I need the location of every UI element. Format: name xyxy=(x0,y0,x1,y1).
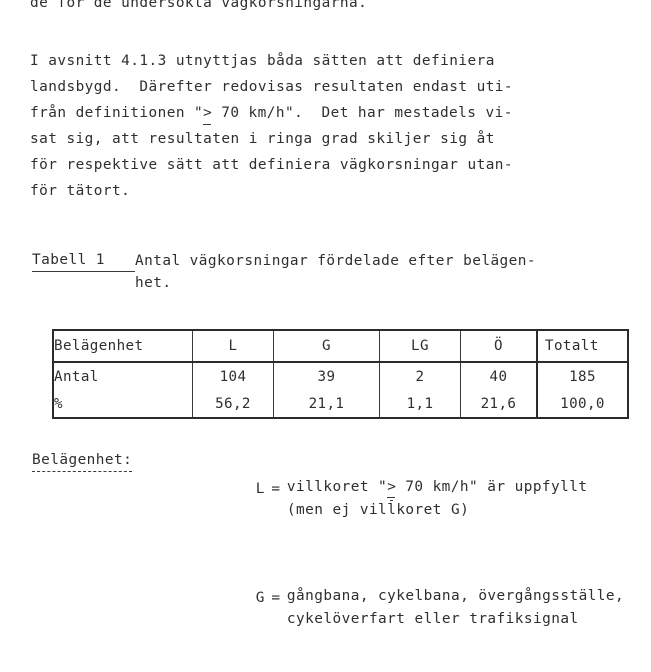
legend-item-g: G = gångbana, cykelbana, övergångsställe, c… xyxy=(156,559,642,657)
paragraph-line: landsbygd. Därefter redovisas resultaten… xyxy=(30,79,514,95)
legend-equals: = xyxy=(271,590,281,606)
cell-percent-o: 21,6 xyxy=(460,390,538,419)
table-caption: Tabell 1 Antal vägkorsningar fördelade ef… xyxy=(32,250,536,294)
caption-line: het. xyxy=(135,275,172,291)
header-cell-lg: LG xyxy=(379,329,461,363)
data-table-wrapper: Belägenhet L G LG Ö Totalt Antal 104 39 … xyxy=(52,329,629,419)
cell-percent-l: 56,2 xyxy=(192,390,274,419)
table-row-percent: % 56,2 21,1 1,1 21,6 100,0 xyxy=(52,390,629,419)
header-cell-belagenhet: Belägenhet xyxy=(52,329,193,363)
body-paragraph: I avsnitt 4.1.3 utnyttjas båda sätten at… xyxy=(30,48,513,204)
row-label-antal: Antal xyxy=(52,361,193,390)
cell-percent-lg: 1,1 xyxy=(379,390,461,419)
top-line-text: de för de undersökta vägkorsningarna. xyxy=(30,0,368,11)
paragraph-line: från definitionen "> 70 km/h". Det har m… xyxy=(30,100,513,126)
legend-line-suffix: 70 km/h" är uppfyllt xyxy=(396,479,588,495)
cell-percent-g: 21,1 xyxy=(273,390,380,419)
overline-mark: l xyxy=(387,499,396,522)
caption-line: Antal vägkorsningar fördelade efter belä… xyxy=(135,253,537,269)
legend-key-g: G xyxy=(255,590,265,606)
legend-line: cykelöverfart eller trafiksignal xyxy=(286,611,579,627)
header-cell-g: G xyxy=(273,329,380,363)
paragraph-line: för tätort. xyxy=(30,183,131,199)
legend-line-post: koret G) xyxy=(396,502,470,518)
cut-off-top-line: de för de undersökta vägkorsningarna. xyxy=(30,0,367,14)
table-caption-text: Antal vägkorsningar fördelade efter belä… xyxy=(135,250,536,294)
legend-line: (men ej villkoret G) xyxy=(287,499,588,522)
paragraph-line-suffix: 70 km/h". Det har mestadels vi- xyxy=(212,105,513,121)
legend-line-pre: (men ej vil xyxy=(286,502,388,518)
legend-value-l: villkoret "> 70 km/h" är uppfyllt (men ej… xyxy=(287,476,588,522)
document-page: de för de undersökta vägkorsningarna. I … xyxy=(0,0,651,672)
legend-line-prefix: villkoret " xyxy=(286,479,388,495)
cell-antal-o: 40 xyxy=(460,361,538,390)
legend-line: gångbana, cykelbana, övergångsställe, xyxy=(286,588,625,604)
paragraph-line-prefix: från definitionen " xyxy=(30,105,204,121)
cell-antal-l: 104 xyxy=(192,361,274,390)
table-row-antal: Antal 104 39 2 40 185 xyxy=(52,361,629,390)
table-number-label: Tabell 1 xyxy=(32,250,135,272)
cell-antal-g: 39 xyxy=(273,361,380,390)
paragraph-line: för respektive sätt att definiera vägkor… xyxy=(30,157,514,173)
header-cell-totalt: Totalt xyxy=(536,329,629,363)
cell-antal-totalt: 185 xyxy=(536,361,629,390)
cell-percent-totalt: 100,0 xyxy=(536,390,629,419)
cell-antal-lg: 2 xyxy=(379,361,461,390)
greater-or-equal-icon: > xyxy=(203,100,212,126)
legend-items: L = villkoret "> 70 km/h" är uppfyllt (men … xyxy=(156,450,642,672)
legend-item-lg: LG=villkoren för både L och G är uppfyll… xyxy=(156,668,642,672)
paragraph-line: I avsnitt 4.1.3 utnyttjas båda sätten at… xyxy=(30,53,495,69)
legend-key-l: L xyxy=(255,481,265,497)
table-header-row: Belägenhet L G LG Ö Totalt xyxy=(52,329,629,363)
legend-line: villkoret "> 70 km/h" är uppfyllt xyxy=(287,476,588,499)
legend-title: Belägenhet: xyxy=(32,450,133,472)
legend-item-l: L = villkoret "> 70 km/h" är uppfyllt (men … xyxy=(156,450,642,548)
header-cell-l: L xyxy=(192,329,274,363)
legend-value-g: gångbana, cykelbana, övergångsställe, cyk… xyxy=(287,585,624,631)
row-label-percent: % xyxy=(52,390,193,419)
greater-or-equal-icon: > xyxy=(387,476,396,499)
paragraph-line: sat sig, att resultaten i ringa grad ski… xyxy=(30,131,495,147)
belagenhet-table: Belägenhet L G LG Ö Totalt Antal 104 39 … xyxy=(52,329,629,419)
header-cell-o: Ö xyxy=(460,329,538,363)
legend-equals: = xyxy=(271,481,281,497)
